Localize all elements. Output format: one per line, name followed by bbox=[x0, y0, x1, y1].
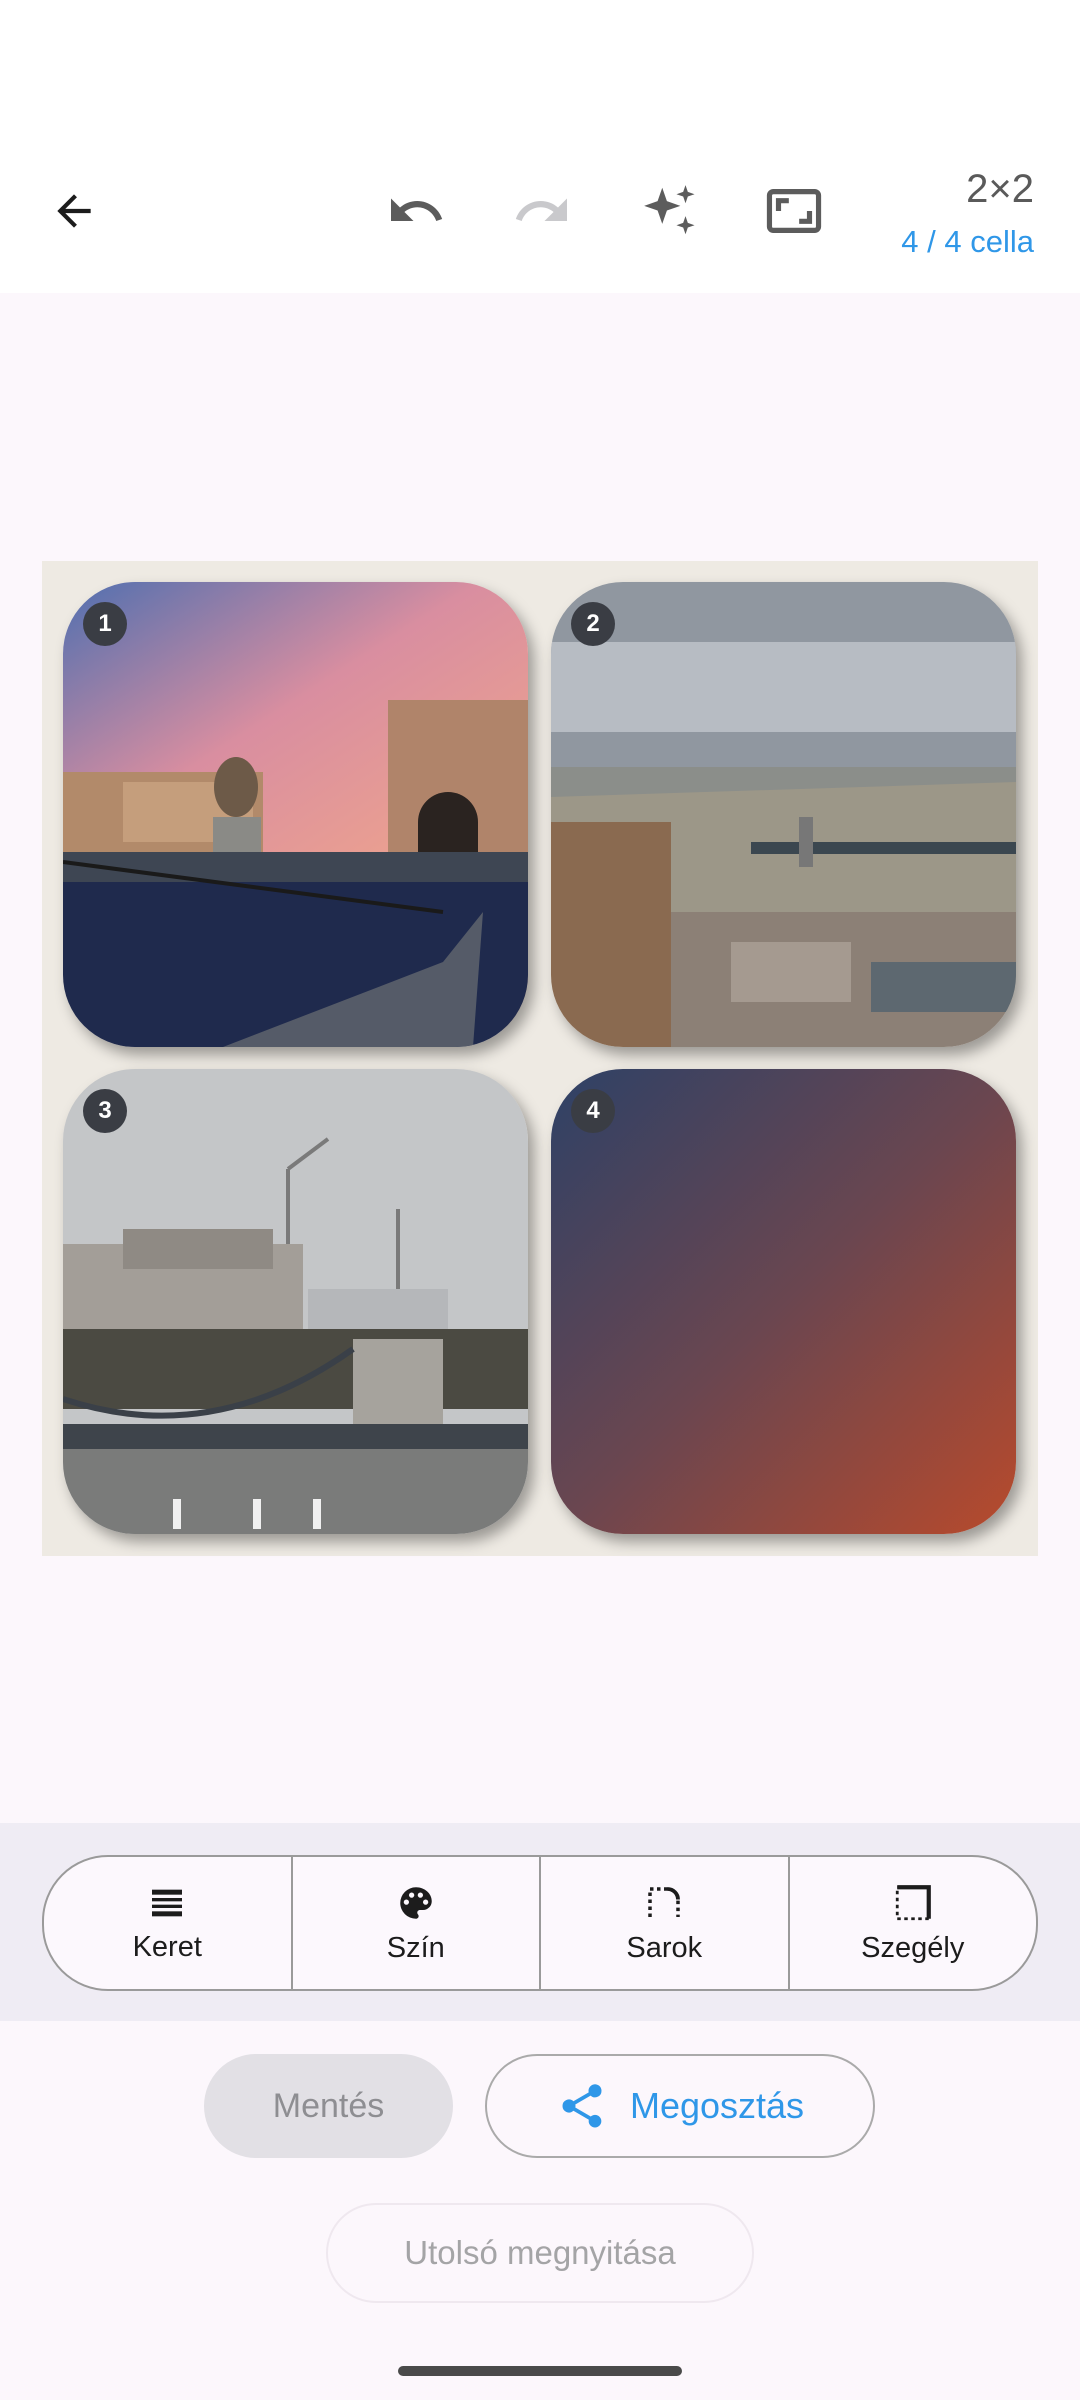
tab-label: Sarok bbox=[626, 1931, 703, 1964]
grid-layout-label: 2×2 bbox=[966, 167, 1034, 211]
tab-label: Keret bbox=[132, 1930, 202, 1963]
cell-number-badge: 1 bbox=[83, 602, 127, 646]
cell-number-badge: 3 bbox=[83, 1089, 127, 1133]
palette-icon bbox=[400, 1886, 432, 1919]
share-button[interactable]: Megosztás bbox=[485, 2054, 875, 2158]
tool-segmented-control: Keret Szín Sarok Szegély bbox=[42, 1855, 1038, 1991]
top-app-bar: 2×2 4 / 4 cella bbox=[0, 0, 1080, 293]
tab-color[interactable]: Szín bbox=[293, 1857, 541, 1989]
tab-label: Szegély bbox=[861, 1931, 965, 1964]
save-button[interactable]: Mentés bbox=[204, 2054, 453, 2158]
sparkles-icon bbox=[644, 185, 695, 235]
cell-number-badge: 4 bbox=[571, 1089, 615, 1133]
open-last-button[interactable]: Utolsó megnyitása bbox=[326, 2203, 754, 2303]
share-button-label: Megosztás bbox=[629, 2085, 805, 2126]
collage-cell-2[interactable]: 2 bbox=[551, 582, 1016, 1047]
corner-icon bbox=[648, 1886, 681, 1917]
auto-arrange-button[interactable] bbox=[630, 176, 710, 246]
back-button[interactable] bbox=[36, 176, 112, 246]
home-indicator[interactable] bbox=[398, 2366, 682, 2376]
tab-frame[interactable]: Keret bbox=[44, 1857, 293, 1989]
redo-button[interactable] bbox=[504, 176, 580, 246]
border-icon bbox=[895, 1884, 931, 1920]
collage-cell-1[interactable]: 1 bbox=[63, 582, 528, 1047]
undo-button[interactable] bbox=[378, 176, 454, 246]
collage-preview: 1 2 3 4 bbox=[42, 561, 1038, 1556]
aspect-ratio-button[interactable] bbox=[756, 176, 832, 246]
tab-label: Szín bbox=[386, 1931, 445, 1964]
collage-cell-3[interactable]: 3 bbox=[63, 1069, 528, 1534]
collage-cell-4[interactable]: 4 bbox=[551, 1069, 1016, 1534]
chain-bridge-castle-photo bbox=[63, 1069, 528, 1534]
arrow-back-icon bbox=[57, 194, 91, 228]
undo-icon bbox=[391, 198, 443, 221]
cell-number-badge: 2 bbox=[571, 602, 615, 646]
cell-count-label: 4 / 4 cella bbox=[901, 224, 1034, 259]
redo-icon bbox=[515, 198, 567, 221]
tab-corner[interactable]: Sarok bbox=[541, 1857, 790, 1989]
tab-border[interactable]: Szegély bbox=[790, 1857, 1037, 1989]
danube-river-aerial-photo bbox=[551, 582, 1016, 1047]
frame-icon bbox=[152, 1889, 183, 1916]
aspect-ratio-icon bbox=[766, 189, 822, 233]
gradient-placeholder bbox=[551, 1069, 1016, 1534]
chain-bridge-lion-photo bbox=[63, 582, 528, 1047]
share-icon bbox=[562, 2084, 602, 2128]
